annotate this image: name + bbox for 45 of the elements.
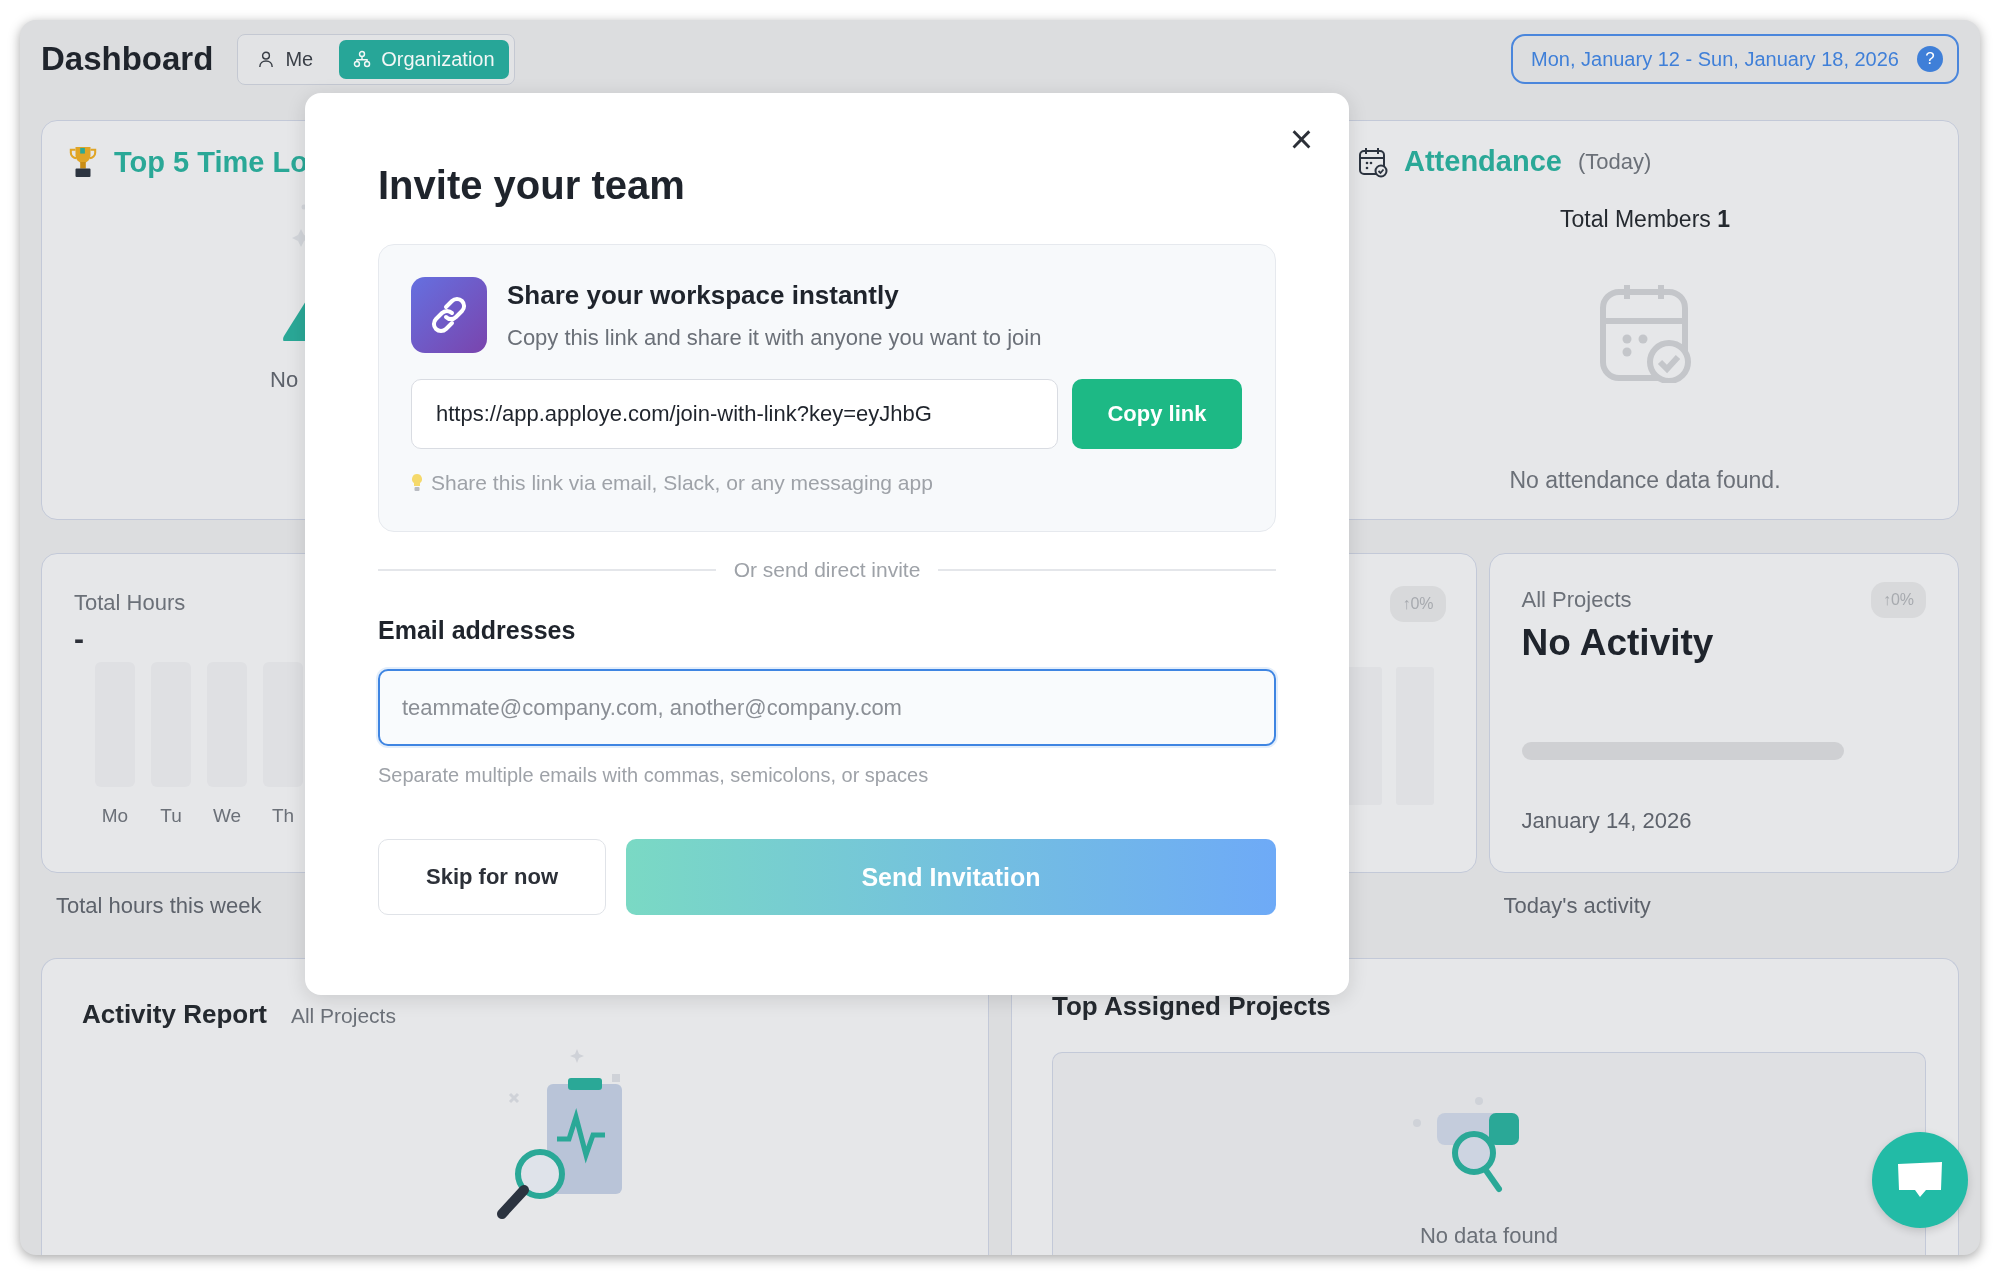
person-icon	[257, 50, 276, 68]
project-filter[interactable]: All Projects	[290, 1004, 396, 1028]
stat-title: All Projects	[1521, 587, 1632, 613]
copy-link-button[interactable]: Copy link	[1072, 379, 1242, 449]
card-subtitle: (Today)	[1577, 148, 1652, 175]
help-button[interactable]: ?	[1917, 46, 1943, 72]
page-title: Dashboard	[41, 40, 214, 78]
card-title: Activity Report	[82, 999, 267, 1030]
stat-value: No Activity	[1521, 622, 1715, 664]
day-label: Mo	[101, 805, 129, 827]
lightbulb-icon	[411, 473, 423, 493]
card-caption: Total hours this week	[56, 893, 262, 918]
day-label: We	[212, 805, 242, 827]
stat-title: Total Hours	[74, 590, 187, 616]
total-members: Total Members 1	[1560, 206, 1730, 233]
card-title: Attendance	[1404, 145, 1562, 178]
field-help: Separate multiple emails with commas, semicolons, or spaces	[378, 764, 930, 787]
empty-message: No data found	[1419, 1223, 1559, 1249]
card-title: Top Assigned Projects	[1052, 991, 1332, 1022]
empty-message: No	[270, 367, 299, 393]
field-label: Email addresses	[378, 616, 577, 645]
day-label: Th	[271, 805, 295, 827]
date-range: Mon, January 12 - Sun, January 18, 2026	[1531, 47, 1899, 71]
empty-message: No attendance data found.	[1509, 467, 1781, 494]
scope-tab[interactable]: Me	[243, 39, 328, 79]
divider-label: Or send direct invite	[733, 558, 921, 582]
share-description: Copy this link and share it with anyone you want to join	[507, 324, 1042, 351]
day-label: Tu	[160, 805, 182, 827]
skip-button[interactable]: Skip for now	[378, 839, 606, 915]
trophy-icon	[68, 145, 98, 179]
date-range-picker[interactable]: Mon, January 12 - Sun, January 18, 2026 ?	[1511, 34, 1959, 84]
dialog-title: Invite your team	[378, 163, 686, 208]
close-button[interactable]: ×	[1285, 119, 1317, 159]
card-caption: Today's activity	[1503, 893, 1651, 918]
hierarchy-icon	[353, 50, 372, 68]
calendar-check-icon	[1599, 283, 1691, 383]
share-hint: Share this link via email, Slack, or any messaging app	[431, 471, 933, 495]
email-field[interactable]: teammate@company.com, another@company.com	[378, 669, 1276, 746]
calendar-check-icon	[1358, 145, 1388, 178]
stat-value: -	[74, 622, 84, 656]
share-heading: Share your workspace instantly	[507, 279, 900, 311]
invite-link-field[interactable]: https://app.apploye.com/join-with-link?key=eyJhbG	[411, 379, 1058, 449]
link-icon	[411, 277, 487, 353]
activity-date: January 14, 2026	[1521, 808, 1693, 834]
scope-tab[interactable]: Organization	[339, 39, 509, 79]
